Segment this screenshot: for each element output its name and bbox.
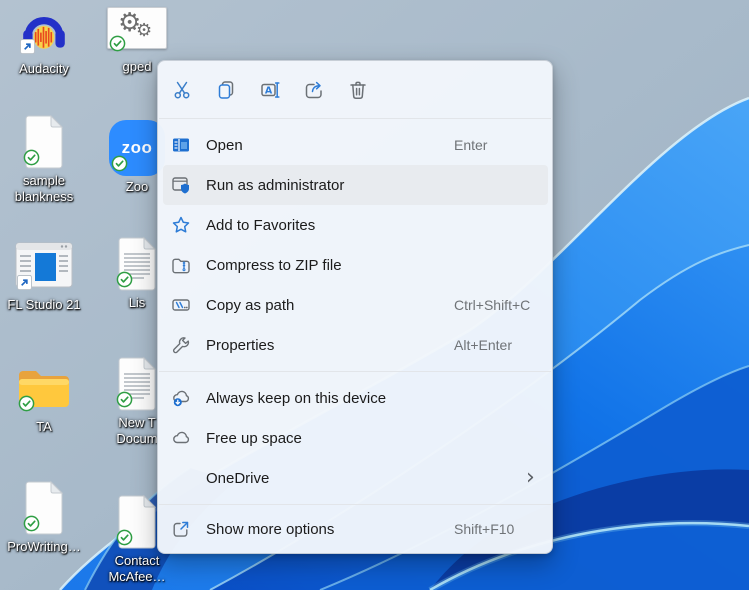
synced-check-badge xyxy=(116,391,133,413)
desktop-icon-sample-blankness[interactable]: sampleblankness xyxy=(0,114,88,205)
shortcut-hint: Alt+Enter xyxy=(454,337,512,353)
delete-icon xyxy=(347,79,369,101)
wrench-icon xyxy=(171,335,191,355)
menu-group-onedrive: Always keep on this device Free up space… xyxy=(158,372,552,504)
menu-item-free-up-space[interactable]: Free up space xyxy=(163,418,548,458)
rename-button[interactable]: A xyxy=(248,70,292,110)
shortcut-hint: Enter xyxy=(454,137,487,153)
icon-label: ContactMcAfee… xyxy=(108,553,165,585)
context-menu-toolbar: A xyxy=(158,61,552,118)
cut-button[interactable] xyxy=(160,70,204,110)
open-icon xyxy=(171,135,191,155)
icon-label: TA xyxy=(36,419,52,435)
icon-label: sampleblankness xyxy=(15,173,74,205)
desktop-icon-prowriting[interactable]: ProWriting… xyxy=(0,480,88,555)
chevron-right-icon: › xyxy=(526,467,535,489)
menu-item-add-to-favorites[interactable]: Add to Favorites xyxy=(163,205,548,245)
desktop-icon-fl-studio[interactable]: FL Studio 21 xyxy=(0,238,88,313)
svg-text:A: A xyxy=(265,85,273,96)
menu-item-onedrive[interactable]: OneDrive › xyxy=(163,458,548,498)
copy-icon xyxy=(215,79,237,101)
blank-document-icon xyxy=(21,114,67,170)
share-icon xyxy=(303,79,325,101)
rename-icon: A xyxy=(259,79,281,101)
cloud-icon xyxy=(171,428,191,448)
menu-group-main: Open Enter Run as administrator xyxy=(158,119,552,371)
admin-shield-icon xyxy=(171,175,191,195)
desktop-icon-ta-folder[interactable]: TA xyxy=(0,360,88,435)
shortcut-hint: Ctrl+Shift+C xyxy=(454,297,530,313)
folder-icon xyxy=(16,360,72,416)
fl-studio-icon xyxy=(15,238,73,294)
shortcut-arrow-badge xyxy=(17,275,32,295)
empty-icon-slot xyxy=(171,468,191,488)
shortcut-arrow-badge xyxy=(20,39,35,59)
desktop: Audacity ⚙ ⚙ gped sampleblankness xyxy=(0,0,749,590)
icon-label: gped xyxy=(123,59,152,75)
expand-icon xyxy=(171,519,191,539)
cut-icon xyxy=(171,79,193,101)
blank-document-icon xyxy=(114,494,160,550)
audacity-icon xyxy=(18,2,70,58)
menu-item-compress-to-zip[interactable]: Compress to ZIP file xyxy=(163,245,548,285)
menu-item-properties[interactable]: Properties Alt+Enter xyxy=(163,325,548,365)
text-document-icon xyxy=(114,236,160,292)
desktop-icon-audacity[interactable]: Audacity xyxy=(0,2,88,77)
menu-item-always-keep-on-device[interactable]: Always keep on this device xyxy=(163,378,548,418)
icon-label: Audacity xyxy=(19,61,69,77)
share-button[interactable] xyxy=(292,70,336,110)
synced-check-badge xyxy=(116,529,133,551)
menu-item-open[interactable]: Open Enter xyxy=(163,125,548,165)
copy-path-icon xyxy=(171,295,191,315)
shortcut-hint: Shift+F10 xyxy=(454,521,514,537)
text-document-icon xyxy=(114,356,160,412)
menu-item-copy-as-path[interactable]: Copy as path Ctrl+Shift+C xyxy=(163,285,548,325)
menu-item-run-as-administrator[interactable]: Run as administrator xyxy=(163,165,548,205)
gear-icon: ⚙ xyxy=(136,22,152,40)
icon-label: FL Studio 21 xyxy=(7,297,80,313)
icon-label: Lis xyxy=(129,295,146,311)
cloud-download-icon xyxy=(171,388,191,408)
context-menu: A xyxy=(157,60,553,554)
synced-check-badge xyxy=(18,395,35,417)
copy-button[interactable] xyxy=(204,70,248,110)
synced-check-badge xyxy=(109,35,126,57)
blank-document-icon xyxy=(21,480,67,536)
star-icon xyxy=(171,215,191,235)
synced-check-badge xyxy=(116,271,133,293)
synced-check-badge xyxy=(23,515,40,537)
icon-label: ProWriting… xyxy=(7,539,80,555)
menu-group-more: Show more options Shift+F10 xyxy=(158,505,552,553)
delete-button[interactable] xyxy=(336,70,380,110)
icon-label: New TDocum xyxy=(116,415,157,447)
synced-check-badge xyxy=(111,155,128,177)
gpedit-icon: ⚙ ⚙ xyxy=(107,0,167,56)
menu-item-show-more-options[interactable]: Show more options Shift+F10 xyxy=(163,509,548,549)
zip-folder-icon xyxy=(171,255,191,275)
icon-label: Zoo xyxy=(126,179,148,195)
synced-check-badge xyxy=(23,149,40,171)
